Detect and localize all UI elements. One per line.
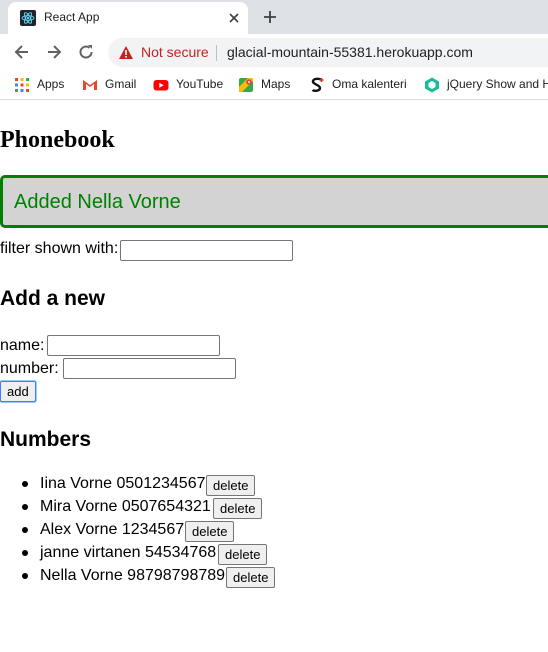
person-entry: Nella Vorne 98798798789 (40, 567, 226, 584)
add-new-heading: Add a new (0, 287, 106, 310)
bookmark-label: Maps (261, 77, 291, 91)
delete-button[interactable]: delete (213, 498, 263, 519)
bullet-icon (22, 573, 28, 579)
gmail-icon (83, 80, 97, 90)
list-item: Iina Vorne 0501234567 delete (0, 473, 256, 496)
bullet-icon (22, 527, 28, 533)
add-button[interactable]: add (0, 381, 36, 402)
apps-grid-icon (15, 78, 29, 92)
bookmarks-bar: Apps Gmail YouTube Maps Oma kalenteri jQ… (0, 71, 548, 100)
numbers-heading: Numbers (0, 428, 92, 451)
person-entry: Alex Vorne 1234567 (40, 521, 185, 538)
delete-button[interactable]: delete (218, 544, 268, 565)
maps-icon (239, 78, 253, 92)
address-bar[interactable]: Not secure glacial-mountain-55381.heroku… (108, 38, 548, 67)
page-content: Phonebook Added Nella Vorne filter shown… (0, 101, 548, 652)
person-entry: janne virtanen 54534768 (40, 544, 217, 561)
calendar-icon (311, 77, 324, 93)
bookmark-label: Gmail (105, 77, 137, 91)
page-title: Phonebook (0, 127, 115, 153)
bullet-icon (22, 504, 28, 510)
tab-title: React App (44, 10, 100, 24)
react-favicon-icon (20, 10, 36, 26)
bookmark-label: YouTube (176, 77, 224, 91)
warning-triangle-icon[interactable] (118, 45, 134, 60)
delete-button[interactable]: delete (226, 567, 276, 588)
number-label: number: (0, 360, 59, 377)
bookmark-label: Apps (37, 77, 65, 91)
jquery-icon (425, 77, 439, 93)
number-input[interactable] (63, 358, 236, 379)
forward-arrow-icon[interactable] (44, 42, 64, 62)
numbers-list: Iina Vorne 0501234567 delete Mira Vorne … (0, 473, 276, 588)
reload-icon[interactable] (76, 42, 96, 62)
list-item: Nella Vorne 98798798789 delete (0, 565, 276, 588)
person-entry: Iina Vorne 0501234567 (40, 475, 206, 492)
youtube-icon (153, 80, 169, 91)
name-label: name: (0, 337, 45, 354)
notification-banner: Added Nella Vorne (0, 175, 548, 228)
bullet-icon (22, 550, 28, 556)
close-tab-icon[interactable] (226, 10, 242, 26)
new-tab-icon[interactable] (262, 9, 278, 25)
bookmark-label: Oma kalenteri (332, 77, 407, 91)
notification-message: Added Nella Vorne (14, 191, 181, 213)
bullet-icon (22, 481, 28, 487)
tab-strip: React App (0, 0, 548, 34)
name-input[interactable] (47, 335, 220, 356)
back-arrow-icon[interactable] (12, 42, 32, 62)
browser-toolbar: Not secure glacial-mountain-55381.heroku… (0, 34, 548, 71)
filter-input[interactable] (120, 240, 293, 261)
person-entry: Mira Vorne 0507654321 (40, 498, 211, 515)
not-secure-label[interactable]: Not secure (141, 44, 209, 60)
url-text[interactable]: glacial-mountain-55381.herokuapp.com (227, 44, 473, 60)
list-item: Alex Vorne 1234567 delete (0, 519, 235, 542)
delete-button[interactable]: delete (206, 475, 256, 496)
list-item: janne virtanen 54534768 delete (0, 542, 268, 565)
bookmark-label: jQuery Show and H (447, 77, 548, 91)
list-item: Mira Vorne 0507654321 delete (0, 496, 263, 519)
address-divider (216, 45, 217, 61)
filter-label: filter shown with: (0, 240, 119, 257)
browser-tab[interactable]: React App (8, 2, 248, 34)
delete-button[interactable]: delete (185, 521, 235, 542)
